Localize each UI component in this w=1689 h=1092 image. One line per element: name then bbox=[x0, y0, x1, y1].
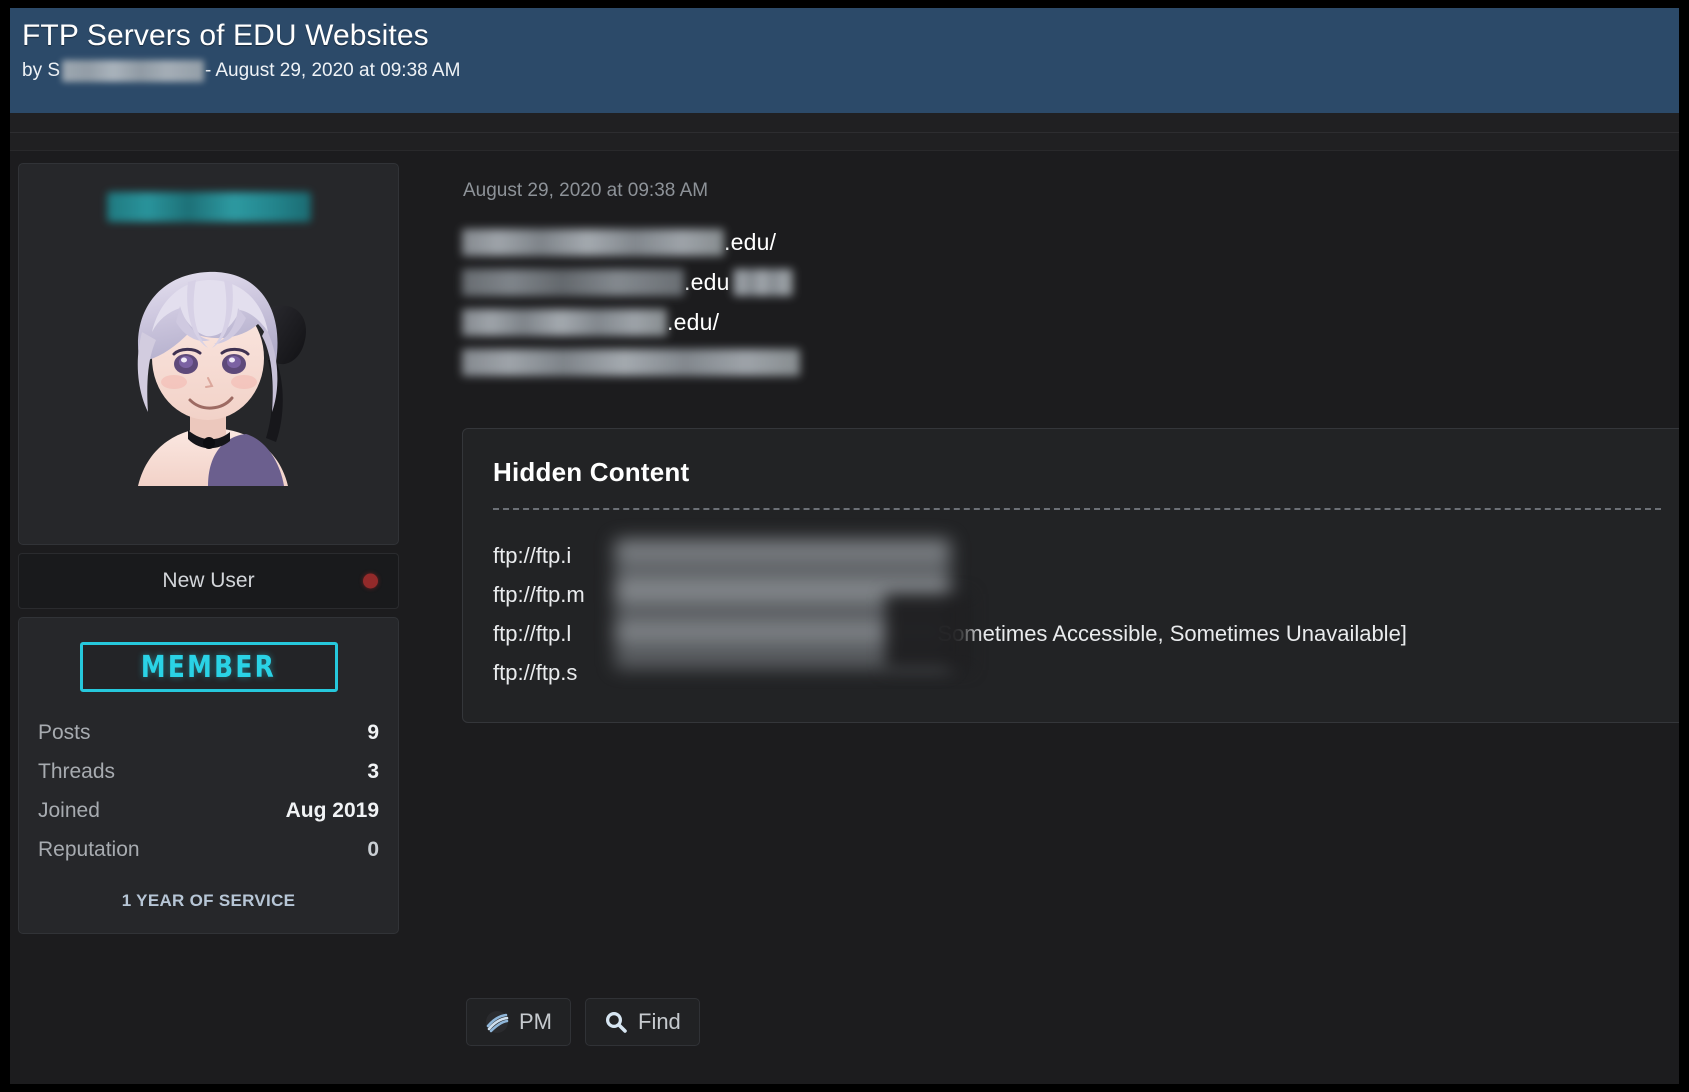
search-icon bbox=[604, 1010, 628, 1034]
stat-label-posts: Posts bbox=[38, 721, 91, 744]
redacted-username[interactable] bbox=[106, 192, 311, 222]
post-link-1-tail: .edu/ bbox=[724, 228, 777, 255]
post-body-area: New User MEMBER Posts 9 Threads 3 Joined… bbox=[10, 151, 1679, 1084]
post-link-1[interactable]: .edu/ bbox=[462, 222, 1679, 262]
byline-separator: - bbox=[205, 60, 212, 81]
avatar[interactable] bbox=[89, 236, 328, 486]
post-content: .edu/ .edu .edu/ bbox=[462, 222, 1679, 382]
stat-label-reputation: Reputation bbox=[38, 838, 140, 861]
service-note: 1 YEAR OF SERVICE bbox=[121, 891, 296, 910]
author-card bbox=[18, 163, 399, 545]
stat-label-threads: Threads bbox=[38, 760, 116, 783]
user-title-strip: New User bbox=[18, 553, 399, 609]
pm-button[interactable]: PM bbox=[466, 998, 571, 1046]
post-link-3[interactable]: .edu/ bbox=[462, 302, 1679, 342]
ftp-line-4[interactable]: ftp://ftp.s bbox=[493, 653, 1661, 692]
stat-value-joined: Aug 2019 bbox=[285, 799, 379, 822]
ftp-line-2[interactable]: ftp://ftp.m bbox=[493, 575, 1661, 614]
stat-row-posts: Posts 9 bbox=[37, 718, 380, 748]
rank-badge-label: MEMBER bbox=[140, 649, 277, 685]
hidden-content-divider bbox=[493, 508, 1661, 510]
hidden-content-box: Hidden Content ftp://ftp.i ftp://ftp.m f… bbox=[462, 428, 1679, 723]
byline-by-label: by bbox=[22, 60, 43, 81]
find-button[interactable]: Find bbox=[585, 998, 700, 1046]
stat-row-threads: Threads 3 bbox=[37, 757, 380, 787]
hidden-content-title: Hidden Content bbox=[493, 457, 690, 487]
thread-byline: by S - August 29, 2020 at 09:38 AM bbox=[22, 58, 1679, 84]
stat-row-reputation: Reputation 0 bbox=[37, 835, 380, 865]
pm-button-label: PM bbox=[519, 1009, 552, 1034]
author-stats-card: MEMBER Posts 9 Threads 3 Joined Aug 2019 bbox=[18, 617, 399, 934]
forum-page: FTP Servers of EDU Websites by S - Augus… bbox=[10, 8, 1679, 1084]
redacted-author-name bbox=[62, 60, 205, 82]
find-button-label: Find bbox=[638, 1009, 681, 1034]
stat-value-reputation: 0 bbox=[367, 838, 379, 861]
stat-label-joined: Joined bbox=[38, 799, 100, 822]
user-title: New User bbox=[162, 569, 255, 592]
ftp-line-3-note: Sometimes Accessible, Sometimes Unavaila… bbox=[937, 621, 1407, 646]
post-action-bar: PM Find bbox=[466, 998, 700, 1046]
ftp-line-3[interactable]: ftp://ftp.l Sometimes Accessible, Someti… bbox=[493, 614, 1661, 653]
page-title: FTP Servers of EDU Websites bbox=[22, 19, 429, 52]
pm-icon bbox=[485, 1010, 509, 1034]
ftp-line-1-prefix: ftp://ftp.i bbox=[493, 543, 572, 568]
post-link-4[interactable] bbox=[462, 342, 1679, 382]
post-link-2[interactable]: .edu bbox=[462, 262, 1679, 302]
stat-row-joined: Joined Aug 2019 bbox=[37, 796, 380, 826]
screenshot-root: FTP Servers of EDU Websites by S - Augus… bbox=[0, 0, 1689, 1092]
redacted-url-1 bbox=[462, 228, 724, 256]
avatar-image bbox=[89, 236, 328, 486]
header-separator bbox=[10, 113, 1679, 151]
post-column: August 29, 2020 at 09:38 AM .edu/ .edu .… bbox=[458, 163, 1679, 1084]
status-badge bbox=[363, 573, 378, 589]
post-timestamp: August 29, 2020 at 09:38 AM bbox=[463, 180, 709, 201]
thread-date: August 29, 2020 at 09:38 AM bbox=[215, 60, 461, 81]
author-column: New User MEMBER Posts 9 Threads 3 Joined… bbox=[18, 163, 399, 934]
ftp-line-3-prefix: ftp://ftp.l bbox=[493, 621, 572, 646]
redacted-url-4 bbox=[462, 348, 800, 376]
ftp-line-2-prefix: ftp://ftp.m bbox=[493, 582, 585, 607]
stat-value-posts: 9 bbox=[367, 721, 379, 744]
redacted-url-2 bbox=[462, 268, 684, 296]
ftp-line-1[interactable]: ftp://ftp.i bbox=[493, 536, 1661, 575]
post-link-2-tail: .edu bbox=[684, 268, 730, 295]
post-link-3-tail: .edu/ bbox=[667, 308, 720, 335]
ftp-line-4-prefix: ftp://ftp.s bbox=[493, 660, 578, 685]
redacted-url-3 bbox=[462, 308, 667, 336]
redacted-url-2-suffix bbox=[732, 268, 793, 296]
stat-value-threads: 3 bbox=[367, 760, 379, 783]
rank-badge: MEMBER bbox=[79, 642, 338, 692]
thread-header: FTP Servers of EDU Websites by S - Augus… bbox=[10, 8, 1679, 113]
